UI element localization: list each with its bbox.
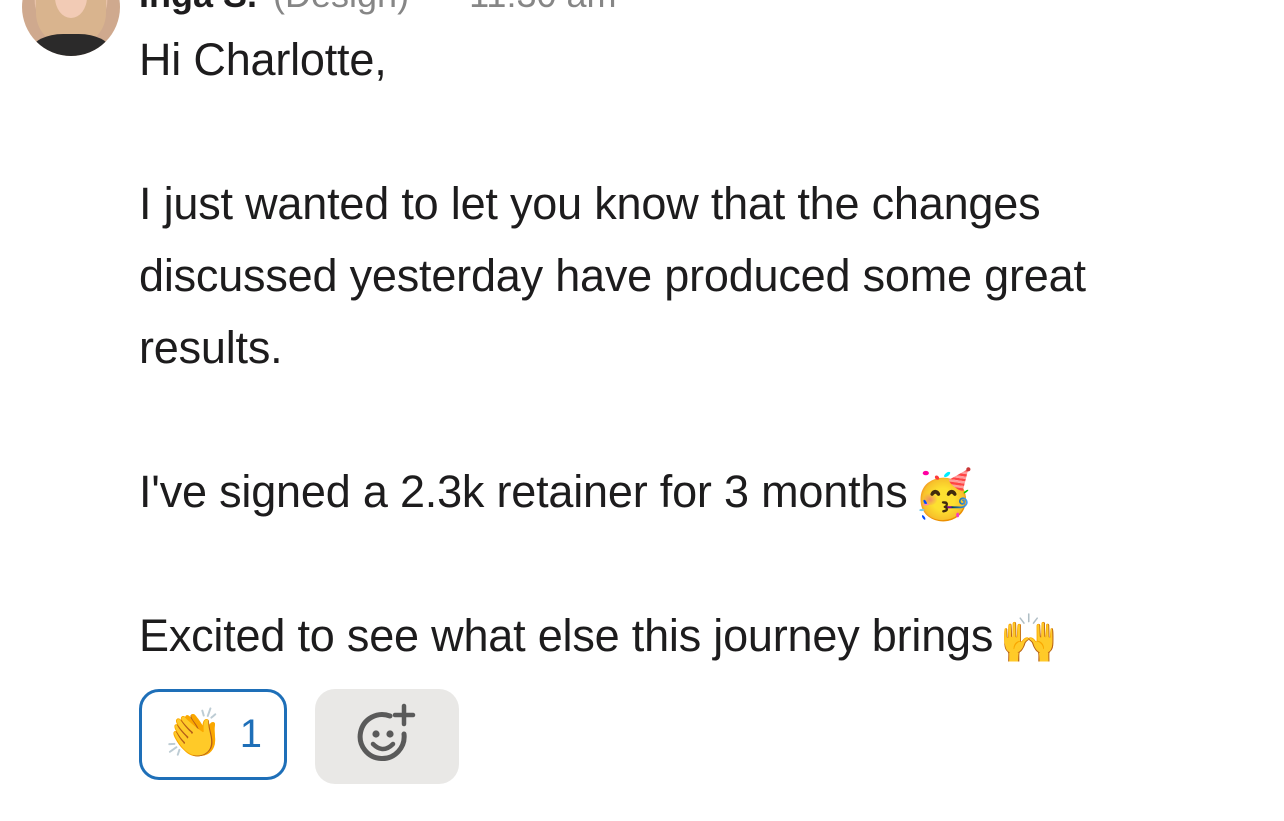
add-reaction-button[interactable] [315, 689, 459, 784]
retainer-text: I've signed a 2.3k retainer for 3 months [139, 466, 908, 517]
clap-reaction-button[interactable]: 👏 1 [139, 689, 287, 780]
retainer-line: I've signed a 2.3k retainer for 3 months… [139, 456, 1249, 528]
excited-line: Excited to see what else this journey br… [139, 600, 1249, 672]
sender-role: (Design) [273, 0, 409, 15]
message-timestamp[interactable]: 11:30 am [469, 0, 616, 15]
avatar-shirt [32, 34, 110, 56]
sender-name[interactable]: Inga S. [139, 0, 257, 15]
excited-text: Excited to see what else this journey br… [139, 610, 994, 661]
paragraph-line: I just wanted to let you know that the c… [139, 178, 1041, 229]
reaction-count: 1 [239, 712, 262, 756]
partying-face-emoji: 🥳 [913, 469, 974, 522]
raising-hands-emoji: 🙌 [999, 613, 1059, 666]
sender-avatar[interactable] [22, 0, 120, 56]
greeting-line: Hi Charlotte, [139, 34, 387, 85]
message-header: Inga S. (Design) 11:30 am [139, 0, 617, 13]
clapping-hands-emoji: 👏 [163, 707, 224, 761]
paragraph-line: discussed yesterday have produced some g… [139, 250, 1086, 301]
paragraph-line: results. [139, 322, 283, 373]
message-body: Hi Charlotte, I just wanted to let you k… [139, 24, 1249, 672]
add-emoji-reaction-icon [357, 703, 416, 761]
